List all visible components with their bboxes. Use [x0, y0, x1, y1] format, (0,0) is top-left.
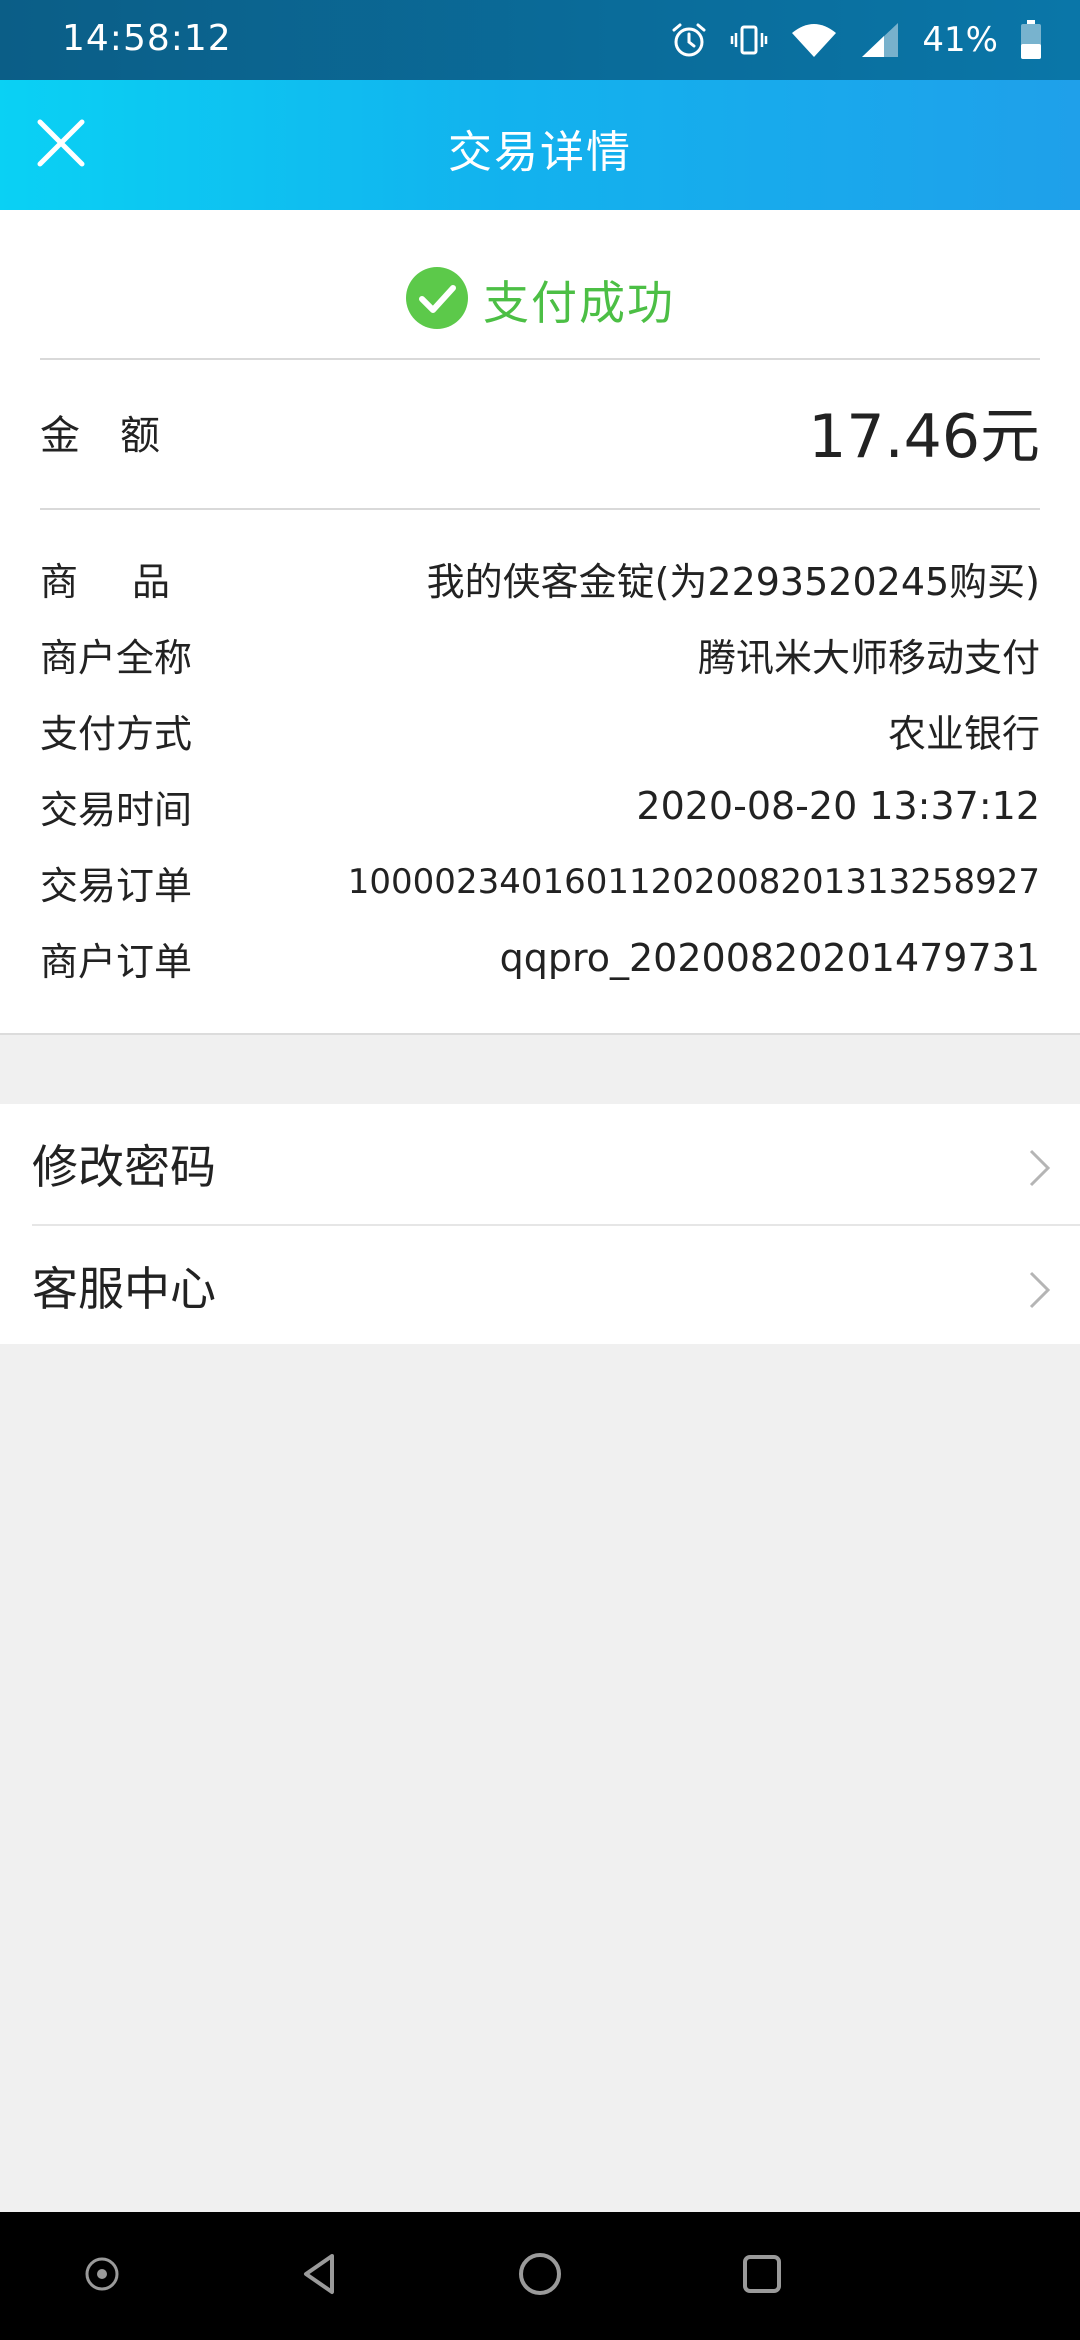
detail-value: 1000023401601120200820131325​8927	[347, 862, 1040, 902]
back-button[interactable]	[290, 2246, 350, 2306]
recents-icon	[741, 2253, 783, 2299]
amount-value: 17.46元	[808, 402, 1040, 472]
divider	[40, 358, 1040, 360]
amount-label: 金额	[40, 413, 200, 459]
detail-row-merchant-order: 商户订单 qqpro_20200820201479731	[40, 928, 1040, 988]
status-icons: 41%	[670, 14, 1042, 66]
menu-item-label: 修改密码	[32, 1140, 216, 1194]
divider	[40, 508, 1040, 510]
status-time: 14:58:12	[62, 18, 232, 59]
detail-value: 2020-08-20 13:37:12	[636, 784, 1040, 828]
detail-row-payment-method: 支付方式 农业银行	[40, 700, 1040, 760]
signal-icon	[860, 21, 900, 59]
menu-group: 修改密码 客服中心	[0, 1104, 1080, 1344]
app-bar: 交易详情	[0, 80, 1080, 210]
detail-label: 商品	[40, 559, 225, 604]
battery-percent: 41%	[922, 20, 998, 60]
menu-item-label: 客服中心	[32, 1262, 216, 1316]
check-circle-icon	[405, 266, 469, 334]
back-icon	[298, 2252, 342, 2300]
home-button[interactable]	[510, 2246, 570, 2306]
detail-value: 我的侠客金锭(为2293520245购买)	[426, 559, 1040, 604]
alarm-icon	[670, 21, 708, 59]
detail-label: 交易订单	[40, 863, 193, 908]
detail-value: qqpro_20200820201479731	[499, 936, 1040, 980]
wifi-icon	[790, 21, 838, 59]
payment-status-text: 支付成功	[483, 276, 675, 330]
detail-label: 商户订单	[40, 939, 193, 984]
detail-label: 支付方式	[40, 711, 193, 756]
chevron-right-icon	[1028, 1270, 1052, 1314]
battery-icon	[1020, 20, 1042, 60]
customer-service-item[interactable]: 客服中心	[0, 1226, 1080, 1346]
detail-label: 交易时间	[40, 787, 193, 832]
vibrate-icon	[730, 21, 768, 59]
detail-row-product: 商品 我的侠客金锭(为2293520245购买)	[40, 548, 1040, 608]
home-icon	[517, 2251, 563, 2301]
payment-status: 支付成功	[0, 250, 1080, 350]
detail-row-transaction-order: 交易订单 1000023401601120200820131325​8927	[40, 852, 1040, 912]
navigation-bar	[0, 2212, 1080, 2340]
change-password-item[interactable]: 修改密码	[0, 1104, 1080, 1226]
assistant-icon	[84, 2256, 120, 2296]
status-bar: 14:58:12 41%	[0, 0, 1080, 80]
detail-value: 农业银行	[887, 711, 1040, 756]
detail-value: 腾讯米大师移动支付	[697, 635, 1040, 680]
detail-row-transaction-time: 交易时间 2020-08-20 13:37:12	[40, 776, 1040, 836]
chevron-right-icon	[1028, 1148, 1052, 1192]
transaction-card: 支付成功 金额 17.46元 商品 我的侠客金锭(为2293520245购买) …	[0, 210, 1080, 1035]
recents-button[interactable]	[732, 2246, 792, 2306]
assistant-button[interactable]	[72, 2246, 132, 2306]
detail-row-merchant: 商户全称 腾讯米大师移动支付	[40, 624, 1040, 684]
detail-label: 商户全称	[40, 635, 193, 680]
page-title: 交易详情	[448, 127, 632, 178]
